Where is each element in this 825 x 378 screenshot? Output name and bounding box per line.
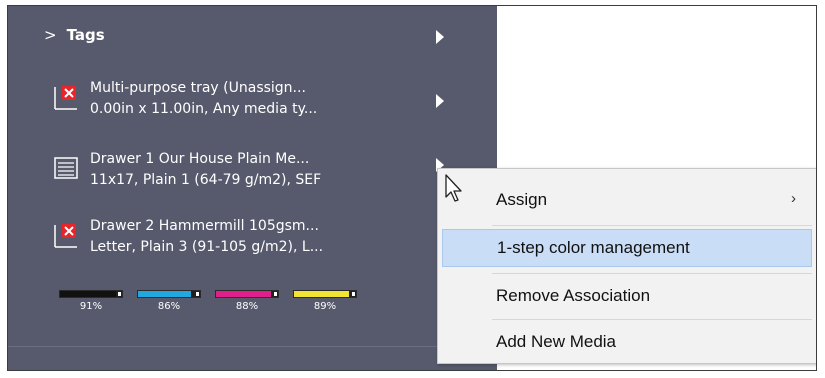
ink-level-black: 91% — [59, 290, 123, 312]
media-panel: > Tags Multi-purpose tray (Unassign... 0… — [8, 6, 497, 370]
ink-fill-bar — [216, 291, 271, 297]
menu-separator — [492, 319, 812, 320]
media-item-details: 0.00in x 11.00in, Any media ty... — [90, 101, 318, 117]
unassigned-error-icon — [54, 86, 77, 110]
ink-percent: 88% — [235, 301, 259, 312]
ink-percent: 91% — [79, 301, 103, 312]
menu-item-assign[interactable]: Assign › — [442, 181, 812, 219]
menu-item-remove-association[interactable]: Remove Association — [442, 277, 812, 315]
menu-item-label: Add New Media — [496, 332, 617, 351]
tags-label: Tags — [66, 26, 105, 44]
submenu-chevron-icon: › — [791, 190, 796, 207]
ink-fill-bar — [294, 291, 350, 297]
menu-item-label: Remove Association — [496, 286, 651, 305]
media-item-title: Drawer 1 Our House Plain Me... — [90, 151, 310, 167]
tags-section-header[interactable]: > Tags — [44, 22, 105, 48]
media-item-details: 11x17, Plain 1 (64-79 g/m2), SEF — [90, 172, 322, 188]
app-window: > Tags Multi-purpose tray (Unassign... 0… — [7, 5, 817, 371]
chevron-right-icon: > — [44, 26, 57, 44]
media-item-multipurpose-tray[interactable]: Multi-purpose tray (Unassign... 0.00in x… — [54, 78, 454, 124]
menu-separator — [492, 273, 812, 274]
ink-percent: 86% — [157, 301, 181, 312]
panel-divider — [8, 346, 497, 347]
media-item-drawer-2[interactable]: Drawer 2 Hammermill 105gsm... Letter, Pl… — [54, 216, 454, 262]
ink-level-magenta: 88% — [215, 290, 279, 312]
media-item-details: Letter, Plain 3 (91-105 g/m2), L... — [90, 239, 324, 255]
expand-arrow-icon[interactable] — [436, 94, 444, 108]
ink-fill-bar — [60, 291, 117, 297]
ink-fill-bar — [138, 291, 192, 297]
media-item-title: Drawer 2 Hammermill 105gsm... — [90, 218, 319, 234]
mouse-pointer-icon — [445, 174, 462, 202]
ink-percent: 89% — [313, 301, 337, 312]
expand-arrow-icon[interactable] — [436, 30, 444, 44]
unassigned-error-icon — [54, 224, 77, 248]
menu-separator — [492, 225, 812, 226]
paper-drawer-icon — [54, 157, 78, 179]
menu-item-label: Assign — [496, 190, 548, 209]
media-item-title: Multi-purpose tray (Unassign... — [90, 80, 306, 96]
menu-item-add-new-media[interactable]: Add New Media — [442, 323, 812, 361]
context-menu: Assign › 1-step color management Remove … — [437, 168, 816, 364]
ink-level-yellow: 89% — [293, 290, 357, 312]
menu-item-1-step-color-management[interactable]: 1-step color management — [442, 229, 812, 267]
menu-item-label: 1-step color management — [497, 238, 690, 257]
ink-level-cyan: 86% — [137, 290, 201, 312]
media-item-drawer-1[interactable]: Drawer 1 Our House Plain Me... 11x17, Pl… — [54, 149, 454, 195]
ink-levels: 91% 86% 88% 89% — [59, 290, 357, 312]
